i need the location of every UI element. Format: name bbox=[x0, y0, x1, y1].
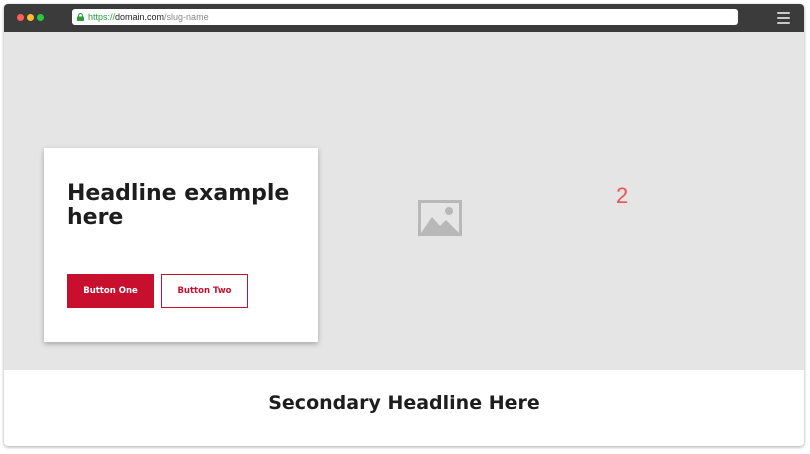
address-bar[interactable]: https://domain.com/slug-name bbox=[72, 9, 738, 25]
lock-icon bbox=[77, 13, 84, 21]
secondary-headline: Secondary Headline Here bbox=[268, 392, 540, 414]
minimize-window-button[interactable] bbox=[27, 14, 34, 21]
image-placeholder-icon bbox=[418, 200, 462, 236]
url-path: /slug-name bbox=[164, 12, 209, 22]
annotation-marker: 2 bbox=[616, 183, 629, 208]
hero-section: Headline example here Button One Button … bbox=[4, 32, 804, 370]
url-scheme: https:// bbox=[88, 12, 116, 22]
button-two[interactable]: Button Two bbox=[161, 274, 248, 308]
hero-card: Headline example here Button One Button … bbox=[44, 148, 318, 342]
browser-titlebar: https://domain.com/slug-name bbox=[4, 4, 804, 32]
hamburger-menu-icon[interactable] bbox=[777, 12, 790, 24]
close-window-button[interactable] bbox=[17, 14, 24, 21]
browser-window: https://domain.com/slug-name Headline ex… bbox=[4, 4, 804, 446]
url-host: domain.com bbox=[115, 12, 165, 22]
hero-headline: Headline example here bbox=[67, 181, 290, 230]
button-one[interactable]: Button One bbox=[67, 274, 154, 308]
maximize-window-button[interactable] bbox=[37, 14, 44, 21]
